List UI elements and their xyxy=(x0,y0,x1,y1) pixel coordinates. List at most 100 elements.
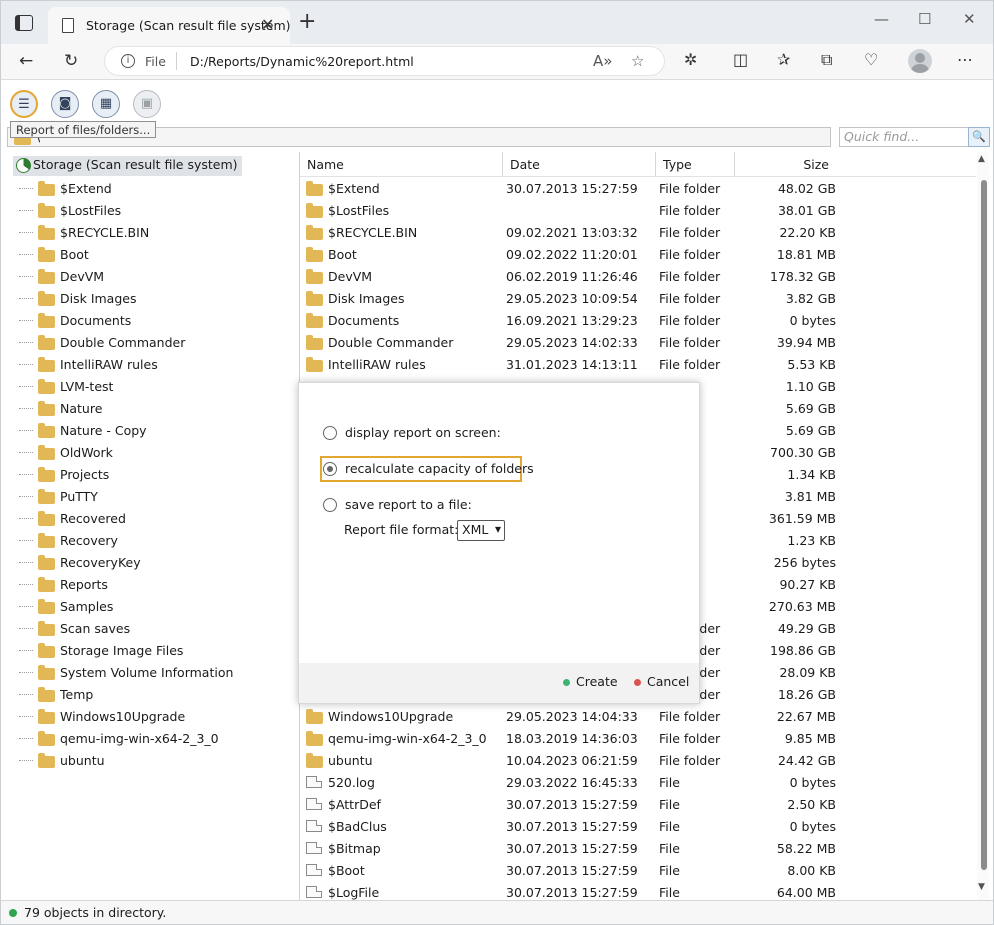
cell-type: File xyxy=(659,885,680,900)
vertical-scrollbar[interactable]: ▲ ▼ xyxy=(977,152,989,905)
column-header-name[interactable]: Name xyxy=(300,152,503,176)
cell-type: File xyxy=(659,775,680,790)
scroll-up-icon[interactable]: ▲ xyxy=(978,154,985,164)
folder-icon xyxy=(38,555,55,570)
cell-name: Windows10Upgrade xyxy=(328,709,454,724)
folder-icon xyxy=(306,203,323,218)
cell-size: 270.63 MB xyxy=(768,599,836,614)
table-row[interactable]: Double Commander 29.05.2023 14:02:33 File … xyxy=(300,332,976,354)
radio-recalculate[interactable] xyxy=(323,462,337,476)
browser-tab[interactable]: Storage (Scan result file system) ✕ xyxy=(48,7,291,45)
scroll-thumb[interactable] xyxy=(981,180,987,870)
favorite-star-icon[interactable]: ☆ xyxy=(631,52,644,70)
favorites-icon[interactable]: ✰ xyxy=(777,50,790,69)
profile-avatar[interactable] xyxy=(908,49,932,73)
quick-find-search-icon[interactable]: 🔍 xyxy=(968,127,990,147)
table-row[interactable]: $Extend 30.07.2013 15:27:59 File folder 48.… xyxy=(300,178,976,200)
create-button[interactable]: Create xyxy=(563,674,618,689)
cancel-label: Cancel xyxy=(647,674,690,689)
tree-connector xyxy=(19,188,33,189)
split-screen-icon[interactable]: ◫ xyxy=(733,50,748,69)
table-row[interactable]: DevVM 06.02.2019 11:26:46 File folder 178.3… xyxy=(300,266,976,288)
new-tab-icon[interactable]: + xyxy=(298,11,316,33)
tree-item-label: LVM-test xyxy=(60,379,114,394)
tree-root[interactable]: Storage (Scan result file system) xyxy=(13,156,242,176)
address-bar[interactable]: i File D:/Reports/Dynamic%20report.html … xyxy=(104,46,665,76)
tree-item-label: PuTTY xyxy=(60,489,98,504)
folder-icon xyxy=(306,709,323,724)
table-row[interactable]: Disk Images 29.05.2023 10:09:54 File folde… xyxy=(300,288,976,310)
window-close-icon[interactable]: ✕ xyxy=(963,10,976,28)
table-row[interactable]: Documents 16.09.2021 13:29:23 File folder 0… xyxy=(300,310,976,332)
folder-icon xyxy=(38,423,55,438)
back-icon[interactable]: ← xyxy=(19,50,33,72)
quick-find-input[interactable]: Quick find... xyxy=(839,127,969,147)
folder-icon xyxy=(38,467,55,482)
cell-type: File folder xyxy=(659,335,721,350)
table-row[interactable]: $LostFiles File folder 38.01 GB xyxy=(300,200,976,222)
cell-date: 30.07.2013 15:27:59 xyxy=(506,841,638,856)
tree-connector xyxy=(19,518,33,519)
table-row[interactable]: $BadClus 30.07.2013 15:27:59 File 0 bytes xyxy=(300,816,976,838)
cell-name: $AttrDef xyxy=(328,797,381,812)
tree-root-label: Storage (Scan result file system) xyxy=(33,157,238,172)
column-header-size[interactable]: Size xyxy=(735,152,836,176)
radio-display-report[interactable] xyxy=(323,426,337,440)
tab-actions-icon[interactable] xyxy=(15,15,33,31)
report-list-button[interactable]: ☰ xyxy=(10,90,38,118)
table-row[interactable]: Boot 09.02.2022 11:20:01 File folder 18.81 … xyxy=(300,244,976,266)
tree-connector xyxy=(19,738,33,739)
search-binoculars-button[interactable]: ◙ xyxy=(51,90,79,118)
cell-name: qemu-img-win-x64-2_3_0 xyxy=(328,731,487,746)
table-row[interactable]: $AttrDef 30.07.2013 15:27:59 File 2.50 KB xyxy=(300,794,976,816)
info-icon[interactable]: i xyxy=(121,54,135,68)
cell-size: 49.29 GB xyxy=(777,621,836,636)
browser-essentials-icon[interactable]: ♡ xyxy=(864,50,878,69)
option-recalculate[interactable]: recalculate capacity of folders xyxy=(320,456,534,482)
layout-button[interactable]: ▦ xyxy=(92,90,120,118)
cell-size: 5.69 GB xyxy=(785,423,836,438)
more-menu-icon[interactable]: ⋯ xyxy=(957,50,973,69)
cell-size: 0 bytes xyxy=(789,313,836,328)
address-url[interactable]: D:/Reports/Dynamic%20report.html xyxy=(190,54,414,69)
tab-close-icon[interactable]: ✕ xyxy=(261,15,274,34)
folder-icon xyxy=(306,731,323,746)
save-button[interactable]: ▣ xyxy=(133,90,161,118)
table-row[interactable]: ubuntu 10.04.2023 06:21:59 File folder 24.4… xyxy=(300,750,976,772)
extensions-icon[interactable]: ✲ xyxy=(684,50,697,69)
tree-item-label: Recovered xyxy=(60,511,126,526)
header-divider xyxy=(300,176,976,177)
folder-icon xyxy=(38,379,55,394)
table-row[interactable]: $Bitmap 30.07.2013 15:27:59 File 58.22 MB xyxy=(300,838,976,860)
cell-size: 8.00 KB xyxy=(787,863,836,878)
minimize-icon[interactable]: — xyxy=(874,10,889,28)
table-row[interactable]: $Boot 30.07.2013 15:27:59 File 8.00 KB xyxy=(300,860,976,882)
cell-size: 700.30 GB xyxy=(770,445,836,460)
folder-icon xyxy=(38,533,55,548)
format-select[interactable]: XML xyxy=(457,520,505,541)
cancel-button[interactable]: Cancel xyxy=(634,674,689,689)
cell-date: 09.02.2022 11:20:01 xyxy=(506,247,638,262)
cell-size: 38.01 GB xyxy=(777,203,836,218)
refresh-icon[interactable]: ↻ xyxy=(64,50,78,72)
create-label: Create xyxy=(576,674,618,689)
tree-item-label: Samples xyxy=(60,599,114,614)
table-row[interactable]: qemu-img-win-x64-2_3_0 18.03.2019 14:36:0… xyxy=(300,728,976,750)
table-row[interactable]: 520.log 29.03.2022 16:45:33 File 0 bytes xyxy=(300,772,976,794)
radio-save-report[interactable] xyxy=(323,498,337,512)
report-dialog: display report on screen: recalculate ca… xyxy=(298,382,700,704)
read-aloud-icon[interactable]: A» xyxy=(593,52,612,70)
scroll-down-icon[interactable]: ▼ xyxy=(978,882,985,892)
table-row[interactable]: IntelliRAW rules 31.01.2023 14:13:11 File … xyxy=(300,354,976,376)
collections-icon[interactable]: ⧉ xyxy=(821,50,832,70)
folder-icon xyxy=(38,445,55,460)
browser-titlebar: Storage (Scan result file system) ✕ + — … xyxy=(0,0,994,45)
column-header-type[interactable]: Type xyxy=(656,152,735,176)
tree-connector xyxy=(19,298,33,299)
tree-connector xyxy=(19,650,33,651)
column-header-date[interactable]: Date xyxy=(503,152,656,176)
maximize-icon[interactable]: ☐ xyxy=(918,10,931,28)
tree-item-label: DevVM xyxy=(60,269,105,284)
table-row[interactable]: Windows10Upgrade 29.05.2023 14:04:33 File … xyxy=(300,706,976,728)
table-row[interactable]: $RECYCLE.BIN 09.02.2021 13:03:32 File fold… xyxy=(300,222,976,244)
